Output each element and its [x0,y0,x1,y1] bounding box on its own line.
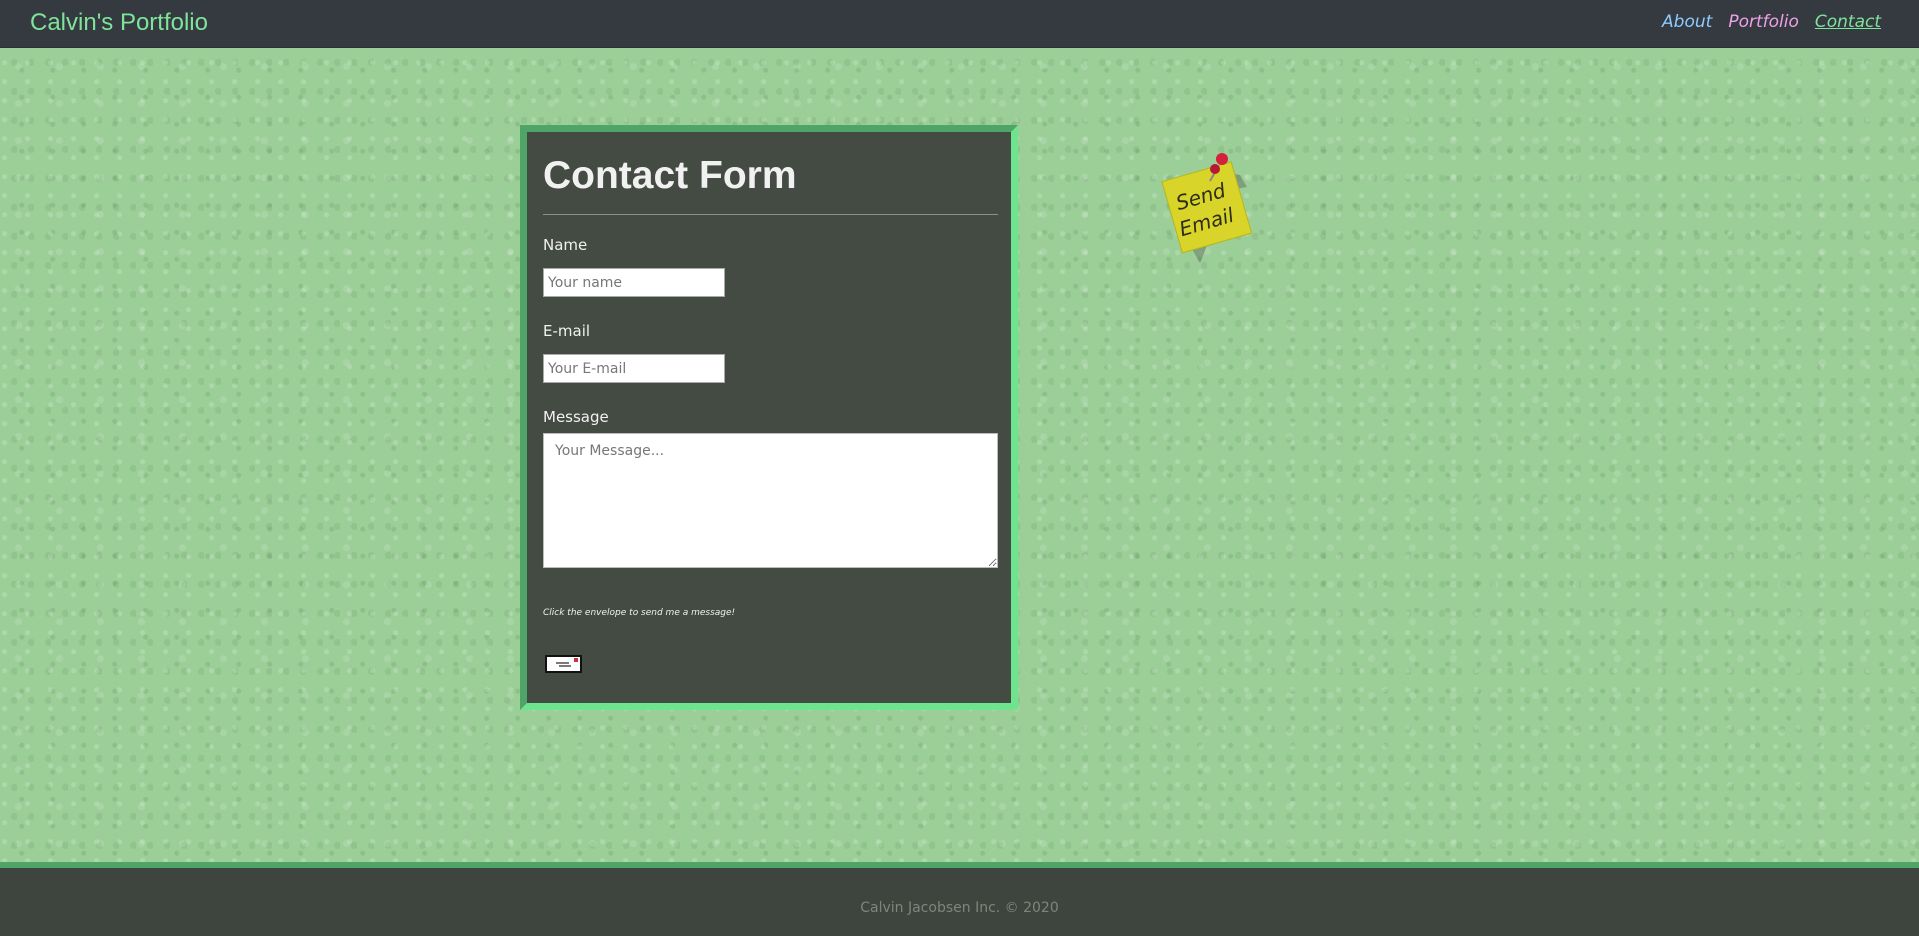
name-label: Name [543,236,588,254]
send-envelope-button[interactable] [545,655,582,673]
send-email-sticky-note[interactable]: Send Email [1160,145,1260,265]
contact-form-card: Contact Form Name E-mail Message Click t… [520,125,1018,710]
nav-link-about[interactable]: About [1662,12,1712,32]
message-textarea[interactable] [543,433,998,568]
name-input[interactable] [543,268,725,297]
footer: Calvin Jacobsen Inc. © 2020 [0,862,1919,936]
footer-copyright: Calvin Jacobsen Inc. © 2020 [860,900,1059,916]
email-input[interactable] [543,354,725,383]
brand-title[interactable]: Calvin's Portfolio [30,9,208,37]
navbar: Calvin's Portfolio About Portfolio Conta… [0,0,1919,48]
envelope-icon [547,657,580,671]
form-title: Contact Form [543,154,797,197]
email-label: E-mail [543,322,591,340]
nav-link-contact[interactable]: Contact [1815,12,1881,32]
submit-hint: Click the envelope to send me a message! [543,608,736,618]
message-label: Message [543,408,609,426]
title-divider [543,214,998,215]
nav-links: About Portfolio Contact [1662,12,1881,32]
nav-link-portfolio[interactable]: Portfolio [1728,12,1799,32]
